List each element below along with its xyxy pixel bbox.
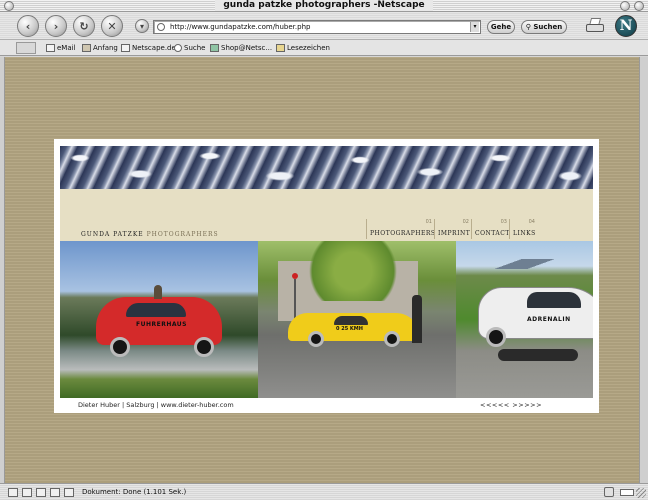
bookmark-search[interactable]: Suche (174, 43, 205, 53)
bookmark-label: Shop@Netsc... (221, 44, 273, 52)
search-icon: ⚲ (525, 23, 531, 31)
site-panel: GUNDA PATZKE PHOTOGRAPHERS 01 PHOTOGRAPH… (54, 139, 599, 413)
search-icon (174, 44, 182, 52)
wheel-shape (308, 331, 324, 347)
menu-number: 01 (425, 219, 432, 225)
status-text: Dokument: Done (1.101 Sek.) (82, 488, 187, 496)
car-window (334, 316, 368, 325)
stop-icon: ✕ (107, 19, 117, 33)
bookmark-label: Netscape.de (132, 44, 176, 52)
bookmark-bookmarks[interactable]: Lesezeichen (276, 43, 330, 53)
url-text: http://www.gundapatzke.com/huber.php (170, 23, 311, 31)
back-button[interactable]: ‹ (17, 15, 39, 37)
history-dropdown-button[interactable]: ▾ (135, 19, 149, 33)
menu-number: 03 (500, 219, 507, 225)
menu-label: PHOTOGRAPHERS (370, 230, 436, 237)
search-button[interactable]: ⚲ Suchen (521, 20, 567, 34)
brand-name: GUNDA PATZKE (81, 231, 144, 238)
printer-icon (586, 24, 604, 32)
page-proxy-icon[interactable] (157, 23, 165, 31)
bookmark-email[interactable]: eMail (46, 43, 76, 53)
stop-button[interactable]: ✕ (101, 15, 123, 37)
zoom-box-icon[interactable] (620, 1, 630, 11)
print-button[interactable] (584, 16, 606, 36)
bookmark-shop[interactable]: Shop@Netsc... (210, 43, 272, 53)
address-book-icon[interactable] (50, 488, 60, 497)
menu-links[interactable]: 04 LINKS (509, 219, 537, 239)
wheel-shape (486, 327, 506, 347)
bookmark-label: Anfang (93, 44, 118, 52)
bookmarks-icon (276, 44, 285, 52)
bookmark-home[interactable]: Anfang (82, 43, 118, 53)
forward-arrow-icon: › (53, 19, 59, 33)
bookmark-netscape[interactable]: Netscape.de (121, 43, 176, 53)
wheel-shape (384, 331, 400, 347)
toolbar-collapse-tab[interactable] (16, 42, 36, 54)
menu-label: IMPRINT (438, 230, 471, 237)
forward-button[interactable]: › (45, 15, 67, 37)
home-icon (82, 44, 91, 52)
car-lettering: FUHRERHAUS (136, 321, 188, 328)
bookmark-label: Suche (184, 44, 206, 52)
collapse-box-icon[interactable] (634, 1, 644, 11)
status-bar: Dokument: Done (1.101 Sek.) (0, 483, 648, 500)
menu-photographers[interactable]: 01 PHOTOGRAPHERS (366, 219, 436, 239)
bookmark-label: Lesezeichen (287, 44, 330, 52)
header-band: GUNDA PATZKE PHOTOGRAPHERS 01 PHOTOGRAPH… (60, 189, 593, 241)
person-shape (412, 295, 422, 343)
photo-white-car[interactable]: ADRENALIN (456, 241, 593, 398)
tree-shape (298, 241, 408, 301)
menu-imprint[interactable]: 02 IMPRINT (434, 219, 471, 239)
page-viewport: GUNDA PATZKE PHOTOGRAPHERS 01 PHOTOGRAPH… (5, 57, 639, 483)
shop-icon (210, 44, 219, 52)
header-waves-image (60, 146, 593, 189)
person-shape (154, 285, 162, 299)
site-brand[interactable]: GUNDA PATZKE PHOTOGRAPHERS (81, 231, 219, 238)
mail-icon (46, 44, 55, 52)
car-window (126, 303, 186, 317)
reload-icon: ↻ (79, 19, 89, 33)
mountains-shape (456, 259, 593, 269)
menu-label: CONTACT (475, 230, 510, 237)
menu-number: 02 (462, 219, 469, 225)
netscape-icon (121, 44, 130, 52)
window-title: gunda patzke photographers -Netscape (215, 0, 433, 11)
close-box-icon[interactable] (4, 1, 14, 11)
brand-tagline: PHOTOGRAPHERS (146, 231, 219, 238)
title-bar[interactable]: gunda patzke photographers -Netscape (0, 0, 648, 12)
netscape-logo-icon[interactable]: N (615, 15, 637, 37)
reload-button[interactable]: ↻ (73, 15, 95, 37)
gallery-pager[interactable]: <<<<< >>>>> (480, 401, 542, 409)
composer-page-icon[interactable] (64, 488, 74, 497)
navigator-icon[interactable] (8, 488, 18, 497)
menu-contact[interactable]: 03 CONTACT (471, 219, 509, 239)
url-input[interactable]: http://www.gundapatzke.com/huber.php ▾ (153, 20, 481, 34)
mail-icon[interactable] (22, 488, 32, 497)
url-dropdown-button[interactable]: ▾ (470, 22, 479, 32)
back-arrow-icon: ‹ (25, 19, 31, 33)
photo-yellow-car[interactable]: 0 25 KMH (258, 241, 456, 398)
security-lock-icon[interactable] (604, 487, 614, 497)
progress-indicator (620, 489, 634, 496)
composer-icon[interactable] (36, 488, 46, 497)
car-lettering: 0 25 KMH (336, 326, 363, 332)
wheel-shape (110, 337, 130, 357)
wheel-shape (194, 337, 214, 357)
right-edge (639, 57, 648, 483)
navigation-toolbar: ‹ › ↻ ✕ ▾ http://www.gundapatzke.com/hub… (0, 12, 648, 40)
person-shape (498, 349, 578, 361)
car-lettering: ADRENALIN (527, 316, 571, 323)
go-button[interactable]: Gehe (487, 20, 515, 34)
menu-number: 04 (528, 219, 535, 225)
resize-grip-icon[interactable] (636, 488, 646, 498)
menu-label: LINKS (513, 230, 536, 237)
bookmark-label: eMail (57, 44, 76, 52)
personal-toolbar: eMail Anfang Netscape.de Suche Shop@Nets… (0, 40, 648, 56)
photo-red-car[interactable]: FUHRERHAUS (60, 241, 258, 398)
search-button-label: Suchen (533, 23, 563, 31)
chevron-down-icon: ▾ (139, 21, 144, 31)
photo-caption[interactable]: Dieter Huber | Salzburg | www.dieter-hub… (78, 401, 234, 409)
car-window (527, 292, 581, 308)
